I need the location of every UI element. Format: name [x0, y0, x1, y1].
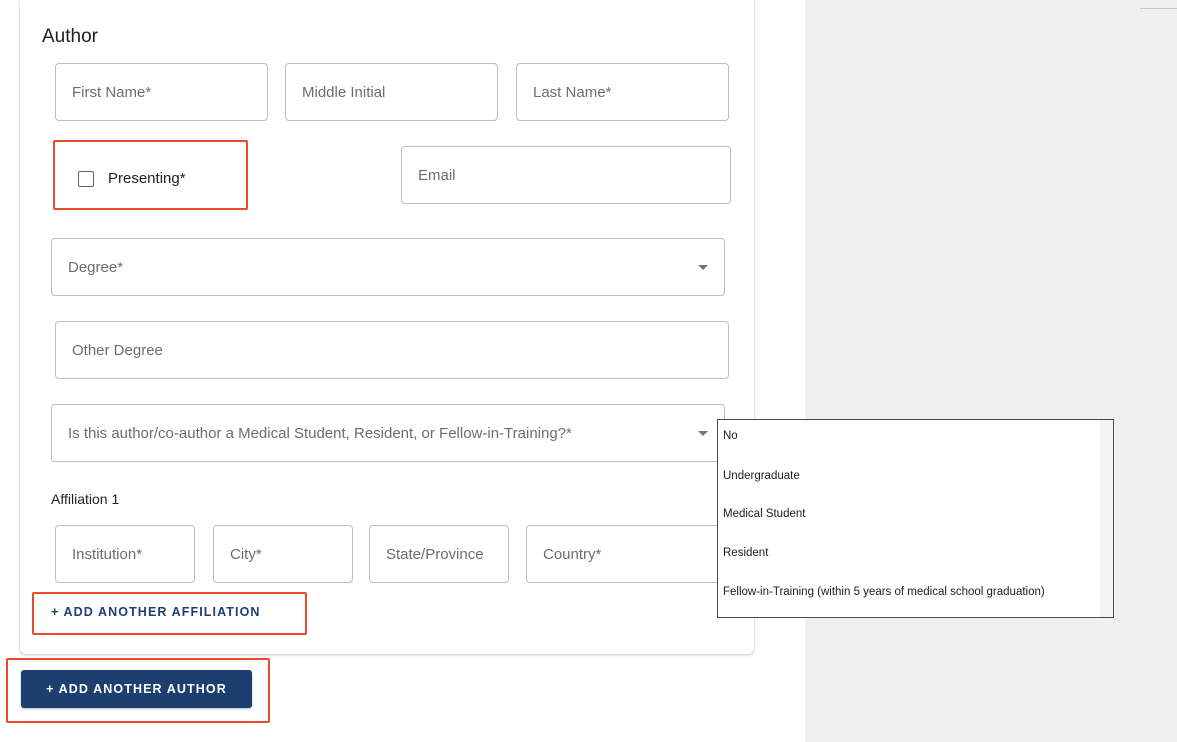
- trainee-status-select-value: Is this author/co-author a Medical Stude…: [68, 424, 572, 442]
- chevron-down-icon: [698, 265, 708, 270]
- other-degree-field[interactable]: Other Degree: [55, 321, 729, 379]
- side-panel: [805, 0, 1177, 742]
- trainee-options-menu: No Undergraduate Medical Student Residen…: [717, 419, 1114, 618]
- menu-option-fellow-in-training[interactable]: Fellow-in-Training (within 5 years of me…: [723, 586, 1045, 598]
- chevron-down-icon: [698, 431, 708, 436]
- last-name-field[interactable]: Last Name*: [516, 63, 729, 121]
- country-field[interactable]: Country*: [526, 525, 721, 583]
- first-name-field[interactable]: First Name*: [55, 63, 268, 121]
- add-author-highlight: [6, 658, 270, 723]
- affiliation-label: Affiliation 1: [51, 491, 120, 507]
- degree-select[interactable]: Degree*: [51, 238, 725, 296]
- menu-option-medical-student[interactable]: Medical Student: [723, 508, 805, 520]
- menu-option-undergraduate[interactable]: Undergraduate: [723, 470, 800, 482]
- side-panel-divider: [1140, 8, 1177, 9]
- menu-option-no[interactable]: No: [723, 430, 738, 442]
- menu-scrollbar[interactable]: [1100, 420, 1113, 617]
- state-province-field[interactable]: State/Province: [369, 525, 509, 583]
- add-affiliation-highlight: [32, 592, 307, 635]
- email-field[interactable]: Email: [401, 146, 731, 204]
- city-field[interactable]: City*: [213, 525, 353, 583]
- trainee-status-select[interactable]: Is this author/co-author a Medical Stude…: [51, 404, 725, 462]
- middle-initial-field[interactable]: Middle Initial: [285, 63, 498, 121]
- degree-select-value: Degree*: [68, 258, 124, 276]
- presenting-highlight: [53, 140, 248, 210]
- menu-option-resident[interactable]: Resident: [723, 547, 768, 559]
- institution-field[interactable]: Institution*: [55, 525, 195, 583]
- section-title: Author: [42, 26, 98, 47]
